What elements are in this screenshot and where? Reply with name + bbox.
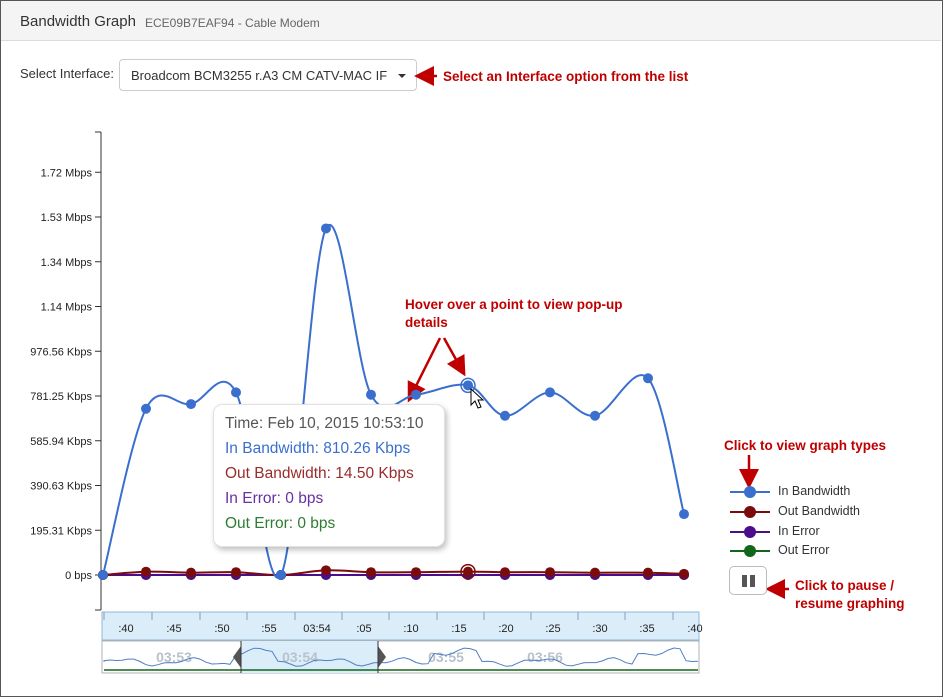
legend-item-in-error[interactable]: In Error (730, 522, 880, 542)
mouse-pointer-icon (470, 387, 485, 409)
in-bandwidth-point (500, 410, 510, 421)
legend-item-out-bandwidth[interactable]: Out Bandwidth (730, 502, 880, 522)
out-bandwidth-point (590, 567, 600, 578)
legend-marker (744, 486, 756, 498)
legend-marker (744, 545, 756, 557)
in-bandwidth-point (141, 403, 151, 414)
legend-item-out-error[interactable]: Out Error (730, 541, 880, 561)
navigator-label: 03:55 (428, 649, 464, 665)
tooltip-in-bandwidth: In Bandwidth: 810.26 Kbps (225, 440, 411, 457)
legend-marker (744, 526, 756, 538)
tooltip-time: Time: Feb 10, 2015 10:53:10 (225, 415, 424, 432)
in-bandwidth-point (186, 399, 196, 410)
legend-item-in-bandwidth[interactable]: In Bandwidth (730, 482, 880, 502)
in-bandwidth-point (321, 223, 331, 234)
legend-marker (744, 506, 756, 518)
x-tick-label: :10 (403, 623, 418, 635)
y-tick-label: 0 bps (65, 570, 92, 582)
out-bandwidth-point (500, 567, 510, 578)
x-tick-label: 03:54 (303, 623, 331, 635)
y-tick-label: 1.34 Mbps (41, 257, 93, 269)
x-tick-label: :40 (687, 623, 702, 635)
legend-label: In Bandwidth (778, 484, 851, 498)
in-bandwidth-point (231, 387, 241, 398)
x-tick-label: :05 (356, 623, 371, 635)
legend-label: Out Error (778, 543, 830, 557)
out-bandwidth-point (231, 567, 241, 578)
out-bandwidth-point (186, 567, 196, 578)
pause-icon (742, 575, 747, 587)
out-bandwidth-point (321, 565, 331, 576)
in-bandwidth-point (366, 389, 376, 400)
navigator-label: 03:56 (527, 649, 563, 665)
in-bandwidth-point (98, 570, 108, 580)
x-axis-band (101, 611, 700, 641)
out-bandwidth-point (679, 568, 689, 579)
point-tooltip: Time: Feb 10, 2015 10:53:10 In Bandwidth… (213, 404, 445, 547)
in-bandwidth-point (411, 389, 421, 400)
pause-icon (750, 575, 755, 587)
out-bandwidth-point (463, 566, 473, 577)
y-tick-label: 1.53 Mbps (41, 212, 93, 224)
out-bandwidth-point (411, 567, 421, 578)
tooltip-out-bandwidth: Out Bandwidth: 14.50 Kbps (225, 465, 414, 482)
out-bandwidth-point (643, 567, 653, 578)
legend-label: Out Bandwidth (778, 504, 860, 518)
y-tick-label: 195.31 Kbps (30, 525, 92, 537)
legend-label: In Error (778, 524, 820, 538)
in-bandwidth-point (590, 410, 600, 421)
in-bandwidth-point (276, 570, 286, 580)
in-bandwidth-point (545, 387, 555, 398)
in-bandwidth-point (679, 509, 689, 520)
x-tick-label: :55 (261, 623, 276, 635)
tooltip-out-error: Out Error: 0 bps (225, 515, 336, 532)
y-tick-label: 585.94 Kbps (30, 436, 92, 448)
x-tick-label: :50 (214, 623, 229, 635)
y-tick-label: 390.63 Kbps (30, 481, 92, 493)
y-tick-label: 1.14 Mbps (41, 302, 93, 314)
tooltip-in-error: In Error: 0 bps (225, 490, 324, 507)
x-tick-label: :40 (118, 623, 133, 635)
x-tick-label: :35 (639, 623, 654, 635)
in-bandwidth-point (643, 373, 653, 384)
out-bandwidth-point (366, 567, 376, 578)
y-tick-label: 781.25 Kbps (30, 391, 92, 403)
pause-button[interactable] (729, 566, 767, 595)
x-tick-label: :45 (166, 623, 181, 635)
x-tick-label: :15 (451, 623, 466, 635)
out-bandwidth-point (545, 567, 555, 578)
bandwidth-chart[interactable]: 0 bps 195.31 Kbps 390.63 Kbps 585.94 Kbps 78… (0, 0, 943, 697)
x-tick-label: :30 (592, 623, 607, 635)
x-tick-label: :25 (545, 623, 560, 635)
x-tick-label: :20 (498, 623, 513, 635)
y-tick-label: 976.56 Kbps (30, 346, 92, 358)
y-tick-label: 1.72 Mbps (41, 167, 93, 179)
out-bandwidth-point (141, 566, 151, 577)
